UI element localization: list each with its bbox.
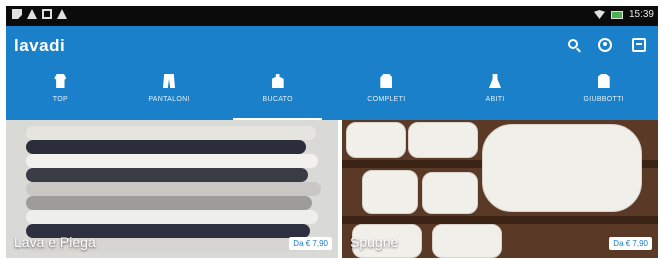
tab-label: ABITI — [485, 96, 505, 103]
suit-icon — [380, 74, 393, 88]
status-system: 15:39 — [593, 9, 654, 20]
tab-top[interactable]: TOP — [6, 68, 115, 120]
notification-icon — [12, 9, 22, 19]
pants-icon — [163, 74, 175, 88]
status-bar: 15:39 — [6, 6, 658, 26]
laundry-bag-icon — [271, 74, 284, 88]
tile-spugne[interactable]: Spugne Da € 7,90 — [342, 120, 658, 258]
tab-pantaloni[interactable]: PANTALONI — [115, 68, 224, 120]
tab-label: GIUBBOTTI — [583, 96, 624, 103]
tile-lava-e-piega[interactable]: Lava e Piega Da € 7,90 — [6, 120, 338, 258]
tab-completi[interactable]: COMPLETI — [332, 68, 441, 120]
search-icon[interactable] — [568, 39, 578, 49]
price-badge: Da € 7,90 — [609, 237, 652, 250]
dress-icon — [489, 74, 502, 88]
tab-label: COMPLETI — [367, 96, 406, 103]
jacket-icon — [597, 74, 610, 88]
battery-icon — [610, 10, 623, 19]
category-tabs: TOP PANTALONI BUCATO COMPLETI ABITI GIUB… — [6, 68, 658, 120]
tab-abiti[interactable]: ABITI — [441, 68, 550, 120]
service-tiles: Lava e Piega Da € 7,90 Spugne Da € 7,90 — [6, 120, 658, 258]
wifi-icon — [593, 10, 605, 19]
app-screen: 15:39 lavadi TOP PANTALONI BUCATO COMPLE… — [6, 6, 658, 258]
tile-label: Spugne — [350, 234, 399, 250]
tab-bucato[interactable]: BUCATO — [223, 68, 332, 120]
app-logo[interactable]: lavadi — [14, 36, 65, 56]
tab-label: PANTALONI — [148, 96, 190, 103]
app-bar-actions — [568, 38, 646, 52]
image-icon — [42, 9, 52, 19]
tab-label: TOP — [52, 96, 68, 103]
status-notifications — [12, 9, 67, 19]
tile-label: Lava e Piega — [14, 234, 96, 250]
tab-label: BUCATO — [262, 96, 293, 103]
tab-giubbotti[interactable]: GIUBBOTTI — [549, 68, 658, 120]
warning-icon — [27, 9, 37, 19]
warning-icon — [57, 9, 67, 19]
status-time: 15:39 — [628, 9, 654, 20]
app-bar: lavadi — [6, 26, 658, 68]
cart-icon[interactable] — [632, 38, 646, 52]
price-badge: Da € 7,90 — [289, 237, 332, 250]
account-icon[interactable] — [598, 38, 612, 52]
shirt-icon — [54, 74, 67, 88]
